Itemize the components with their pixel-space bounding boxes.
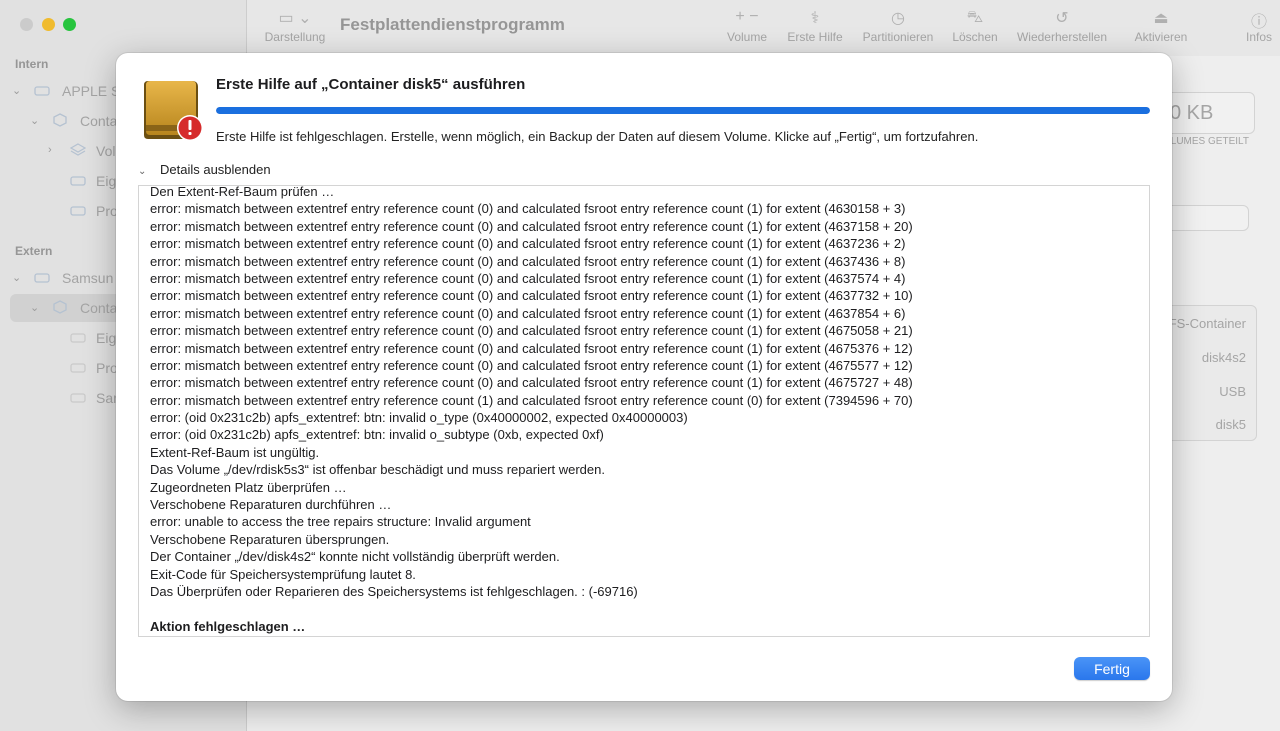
log-line: error: (oid 0x231c2b) apfs_extentref: bt… [150,410,688,426]
log-line: Das Überprüfen oder Reparieren des Speic… [150,583,638,599]
first-aid-sheet: Erste Hilfe auf „Container disk5“ ausfüh… [116,53,1172,701]
hide-details-toggle[interactable]: ⌄ Details ausblenden [138,162,271,177]
log-line: error: mismatch between extentref entry … [150,340,913,356]
log-line: error: mismatch between extentref entry … [150,305,906,321]
log-line: error: mismatch between extentref entry … [150,323,913,339]
log-line: error: mismatch between extentref entry … [150,218,913,234]
log-line: error: (oid 0x231c2b) apfs_extentref: bt… [150,427,604,443]
sheet-title: Erste Hilfe auf „Container disk5“ ausfüh… [216,76,526,93]
external-drive-error-icon [144,81,203,141]
log-line: Der Container „/dev/disk4s2“ konnte nich… [150,549,560,565]
progress-bar [216,107,1150,114]
log-line: Den Extent-Ref-Baum prüfen … [150,185,335,199]
chevron-down-icon: ⌄ [138,166,147,177]
log-line: Verschobene Reparaturen durchführen … [150,497,392,513]
log-line: error: mismatch between extentref entry … [150,392,913,408]
log-line: error: mismatch between extentref entry … [150,236,906,252]
log-line: error: unable to access the tree repairs… [150,514,531,530]
log-line: Aktion fehlgeschlagen … [150,618,306,634]
disk-utility-window: Intern ⌄ APPLE S ⌄ Conta › Vol Eig Pro E… [0,0,1280,731]
details-log-content: Den Extent-Ref-Baum prüfen … error: misma… [139,185,1149,635]
log-line: Exit-Code für Speichersystemprüfung laut… [150,566,416,582]
details-log[interactable]: Den Extent-Ref-Baum prüfen … error: misma… [138,185,1150,637]
log-line: Verschobene Reparaturen übersprungen. [150,531,390,547]
log-line: Extent-Ref-Baum ist ungültig. [150,444,320,460]
log-line: error: mismatch between extentref entry … [150,253,906,269]
log-line: error: mismatch between extentref entry … [150,201,906,217]
log-line: error: mismatch between extentref entry … [150,288,913,304]
status-message: Erste Hilfe ist fehlgeschlagen. Erstelle… [216,129,979,144]
progress-bar-fill [216,107,1150,114]
done-button[interactable]: Fertig [1074,657,1150,680]
log-line: Das Volume „/dev/rdisk5s3“ ist offenbar … [150,462,605,478]
log-line: error: mismatch between extentref entry … [150,270,906,286]
hide-details-label: Details ausblenden [160,162,271,177]
log-line: error: mismatch between extentref entry … [150,357,913,373]
log-line: Zugeordneten Platz überprüfen … [150,479,347,495]
log-line: error: mismatch between extentref entry … [150,375,913,391]
